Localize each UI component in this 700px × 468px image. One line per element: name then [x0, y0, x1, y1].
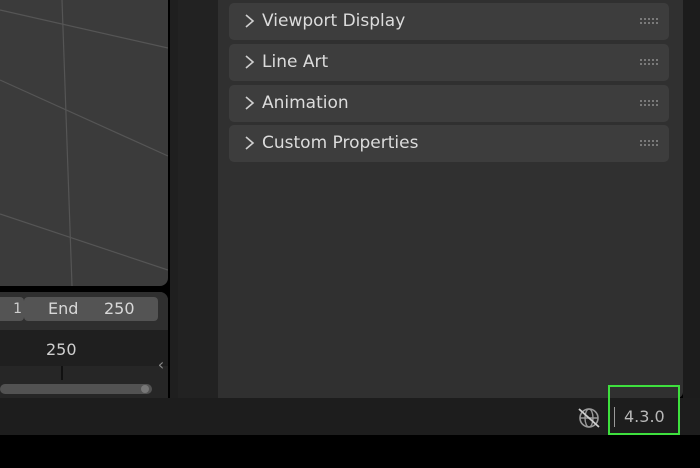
panel-title: Viewport Display	[262, 11, 406, 31]
end-frame-value: 250	[104, 299, 135, 318]
drag-grip-icon[interactable]	[639, 138, 659, 148]
properties-scroll-edge	[683, 0, 700, 398]
chevron-right-icon	[245, 136, 255, 150]
viewport-grid	[0, 0, 168, 286]
panel-title: Animation	[262, 93, 349, 113]
chevron-right-icon	[245, 14, 255, 28]
timeline-scrollbar[interactable]	[0, 384, 152, 394]
chevron-right-icon	[245, 96, 255, 110]
panel-viewport-display[interactable]: Viewport Display	[229, 3, 669, 40]
playhead-line[interactable]	[61, 366, 63, 380]
properties-tabs-column	[178, 0, 218, 398]
highlight-box	[608, 385, 680, 435]
panel-title: Custom Properties	[262, 133, 419, 153]
timeline-ruler[interactable]	[0, 330, 168, 366]
panel-animation[interactable]: Animation	[229, 85, 669, 122]
panel-line-art[interactable]: Line Art	[229, 44, 669, 81]
screen-bottom	[0, 435, 700, 468]
area-divider[interactable]	[170, 0, 178, 398]
end-frame-field[interactable]: End 250	[24, 297, 158, 321]
drag-grip-icon[interactable]	[639, 98, 659, 108]
chevron-right-icon	[245, 55, 255, 69]
panel-title: Line Art	[262, 52, 329, 72]
scrollbar-handle[interactable]	[141, 385, 149, 393]
end-frame-label: End	[48, 299, 79, 318]
panel-custom-properties[interactable]: Custom Properties	[229, 125, 669, 162]
timeline-editor[interactable]: 1 End 250 250	[0, 292, 168, 398]
sidebar-toggle-chevron-left-icon[interactable]: ‹	[154, 354, 168, 376]
current-frame-indicator: 250	[46, 340, 77, 359]
viewport-3d[interactable]	[0, 0, 168, 286]
drag-grip-icon[interactable]	[639, 57, 659, 67]
start-frame-field[interactable]: 1	[0, 297, 24, 321]
drag-grip-icon[interactable]	[639, 16, 659, 26]
network-disabled-icon[interactable]	[576, 406, 602, 430]
